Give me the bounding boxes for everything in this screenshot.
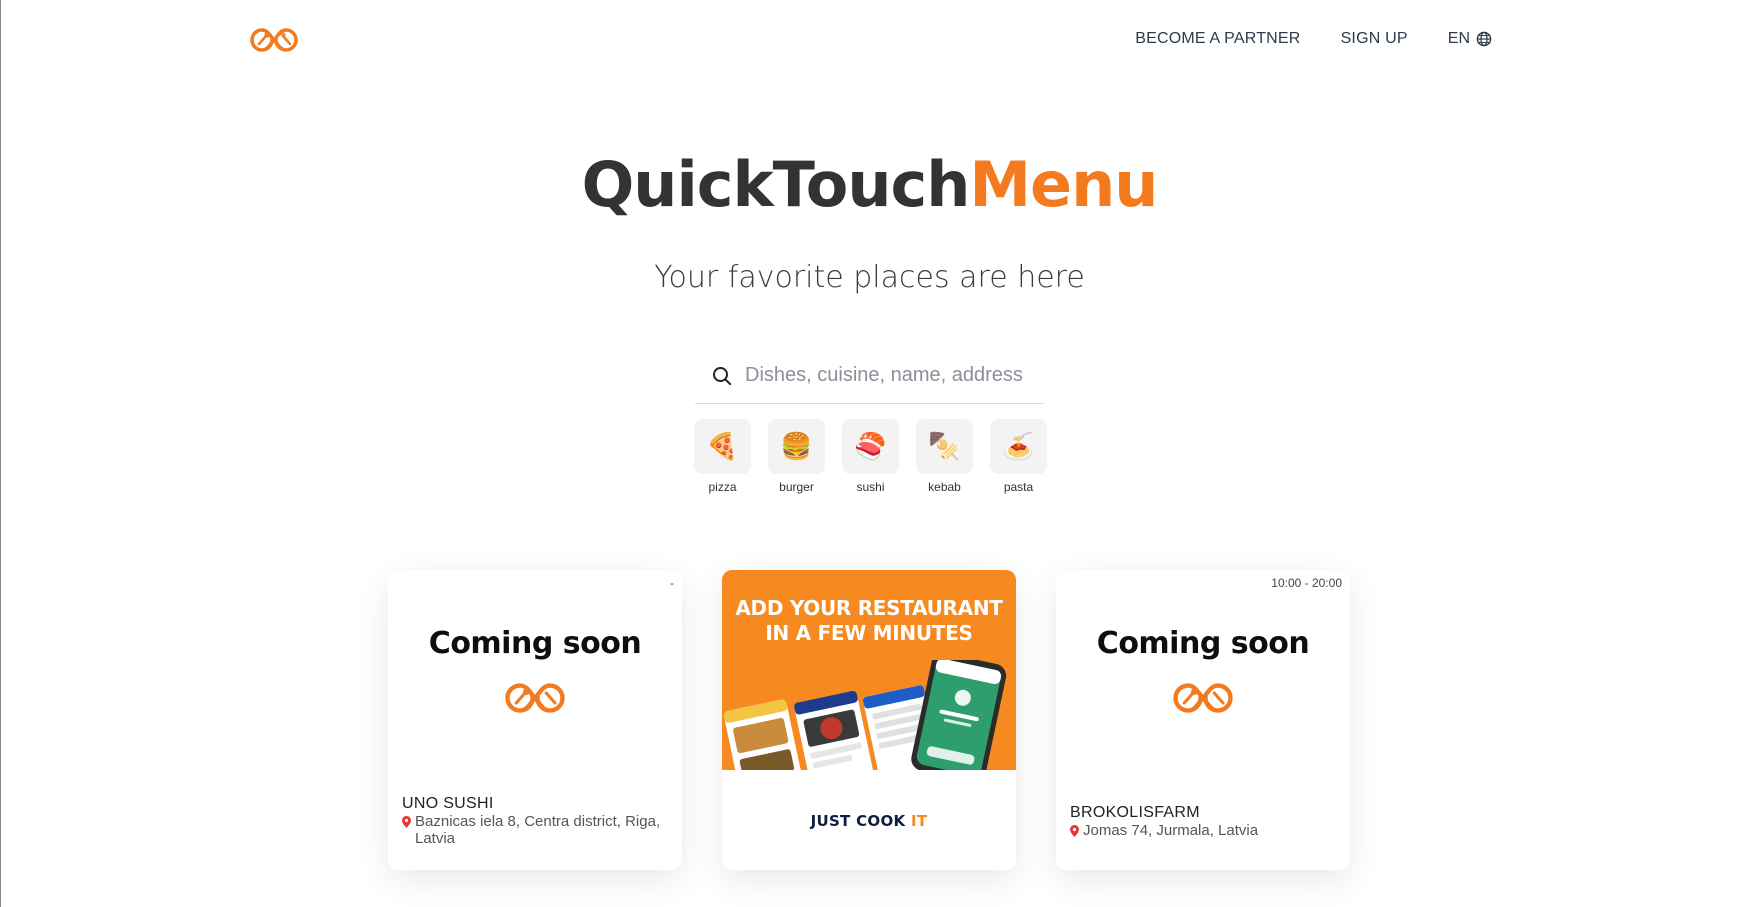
pizza-icon: 🍕 [694, 419, 751, 474]
page-title: QuickTouchMenu [1, 148, 1737, 221]
restaurant-card-brokolisfarm[interactable]: 10:00 - 20:00 Coming soon BROKOLISFARM J… [1056, 570, 1350, 870]
restaurant-address: Baznicas iela 8, Centra district, Riga, … [402, 813, 672, 847]
tagline-part-1: JUST COOK [810, 812, 911, 830]
brand-logo-icon [505, 683, 565, 713]
category-label: kebab [928, 480, 961, 494]
globe-icon [1476, 31, 1492, 47]
brand-logo-icon[interactable] [246, 24, 302, 56]
promo-title: ADD YOUR RESTAURANT IN A FEW MINUTES [722, 596, 1016, 646]
sushi-icon: 🍣 [842, 419, 899, 474]
category-burger[interactable]: 🍔 burger [768, 419, 825, 494]
category-label: sushi [856, 480, 885, 494]
just-cook-it-tagline: JUST COOK IT [722, 812, 1016, 830]
coming-soon-badge: Coming soon [1096, 626, 1310, 661]
title-quicktouch: QuickTouch [581, 148, 971, 221]
top-nav: BECOME A PARTNER SIGN UP EN [1135, 30, 1492, 48]
search-input[interactable] [745, 364, 1035, 387]
promo-banner: ADD YOUR RESTAURANT IN A FEW MINUTES [722, 570, 1016, 770]
restaurant-name: UNO SUSHI [402, 795, 494, 812]
restaurant-name: BROKOLISFARM [1070, 804, 1200, 821]
language-label: EN [1447, 30, 1470, 47]
header: BECOME A PARTNER SIGN UP EN [1, 0, 1737, 80]
category-label: pasta [1003, 480, 1034, 494]
search-bar [695, 348, 1043, 404]
category-kebab[interactable]: 🍢 kebab [916, 419, 973, 494]
become-partner-link[interactable]: BECOME A PARTNER [1135, 30, 1300, 48]
map-pin-icon [1070, 825, 1079, 837]
opening-hours: 10:00 - 20:00 [1271, 576, 1342, 590]
pasta-icon: 🍝 [990, 419, 1047, 474]
map-pin-icon [402, 816, 411, 828]
address-text: Jomas 74, Jurmala, Latvia [1083, 822, 1259, 839]
coming-soon-badge: Coming soon [428, 626, 642, 661]
page-subtitle: Your favorite places are here [654, 260, 1085, 295]
promo-line-1: ADD YOUR RESTAURANT [735, 596, 1003, 620]
promo-line-2: IN A FEW MINUTES [765, 621, 973, 645]
category-pizza[interactable]: 🍕 pizza [694, 419, 751, 494]
restaurant-address: Jomas 74, Jurmala, Latvia [1070, 822, 1340, 839]
category-label: pizza [708, 480, 737, 494]
category-list: 🍕 pizza 🍔 burger 🍣 sushi 🍢 kebab 🍝 pasta [694, 419, 1047, 494]
sign-up-link[interactable]: SIGN UP [1341, 30, 1408, 48]
category-pasta[interactable]: 🍝 pasta [990, 419, 1047, 494]
search-icon [713, 366, 731, 385]
category-sushi[interactable]: 🍣 sushi [842, 419, 899, 494]
kebab-icon: 🍢 [916, 419, 973, 474]
restaurant-card-uno-sushi[interactable]: - Coming soon UNO SUSHI Baznicas iela 8,… [388, 570, 682, 870]
opening-hours: - [670, 576, 674, 590]
title-menu: Menu [969, 148, 1158, 221]
tagline-part-2: IT [910, 812, 928, 830]
phone-screens-illustration [723, 660, 1007, 770]
burger-icon: 🍔 [768, 419, 825, 474]
add-restaurant-promo-card[interactable]: ADD YOUR RESTAURANT IN A FEW MINUTES JUS… [722, 570, 1016, 870]
category-label: burger [779, 480, 814, 494]
brand-logo-icon [1173, 683, 1233, 713]
language-selector[interactable]: EN [1448, 30, 1492, 48]
address-text: Baznicas iela 8, Centra district, Riga, … [415, 813, 661, 847]
